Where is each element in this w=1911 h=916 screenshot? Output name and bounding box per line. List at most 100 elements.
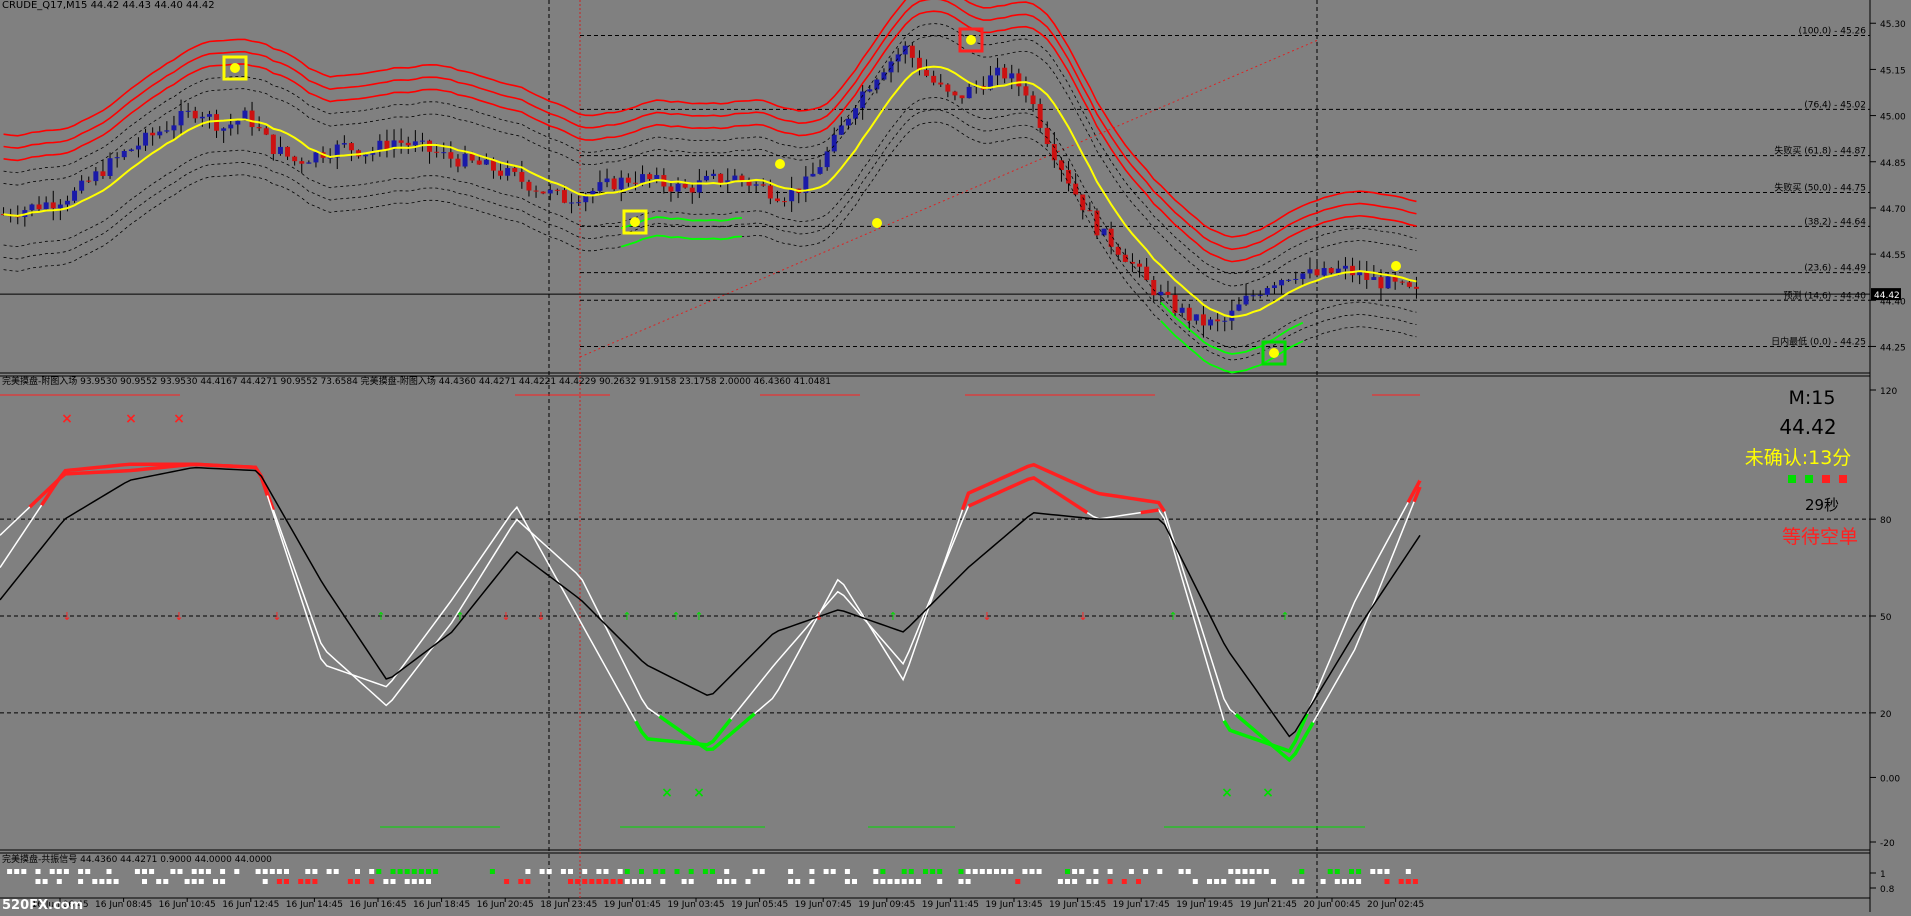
candle-body <box>405 142 411 146</box>
sig-square-top <box>255 869 261 874</box>
sig-square-bottom <box>639 879 644 884</box>
sig-square-top <box>326 869 332 874</box>
candle-body <box>1016 73 1022 87</box>
sig-square-top <box>7 869 13 874</box>
candle-body <box>1293 278 1299 280</box>
candle-body <box>931 75 937 83</box>
sig-square-top <box>1001 869 1007 874</box>
sig-square-top <box>710 869 715 874</box>
seconds-label: 29秒 <box>1805 496 1839 514</box>
sig-square-top <box>220 869 226 874</box>
candle-body <box>57 204 63 209</box>
sig-square-bottom <box>355 879 360 884</box>
candle-body <box>171 125 177 131</box>
candle-body <box>597 182 603 191</box>
sig-square-top <box>1356 869 1362 874</box>
sig-square-top <box>1036 869 1042 874</box>
sig-square-bottom <box>284 879 289 884</box>
sig-square-bottom <box>1341 879 1347 884</box>
sig-square-bottom <box>1334 879 1340 884</box>
candle-body <box>711 173 717 176</box>
osc-down-arrow: ↓ <box>62 610 71 623</box>
fib-level-label: (76.4) - 45.02 <box>1804 100 1866 110</box>
candle-body <box>1080 194 1086 211</box>
sig-square-bottom <box>1249 879 1255 884</box>
sig-square-bottom <box>610 879 616 884</box>
fib-level-label: 日内最低 (0.0) - 44.25 <box>1771 335 1866 347</box>
sig-square-top <box>1072 869 1078 874</box>
candle-body <box>206 114 212 117</box>
candle-body <box>270 134 276 154</box>
osc-up-arrow: ↑ <box>694 610 703 623</box>
sig-square-top <box>1249 869 1255 874</box>
candle-body <box>1144 266 1150 281</box>
osc-x-marker: × <box>61 411 73 427</box>
candle-body <box>299 161 305 164</box>
sig-square-top <box>284 869 289 874</box>
sig-square-bottom <box>1398 879 1404 884</box>
candle-body <box>583 195 589 203</box>
osc-down-arrow: ↓ <box>1078 610 1087 623</box>
osc-ytick-label: 120 <box>1880 387 1897 397</box>
candle-body <box>569 202 575 204</box>
sig-square-top <box>1370 869 1376 874</box>
sig-square-bottom <box>92 879 98 884</box>
sig-square-top <box>1178 869 1184 874</box>
candle-body <box>760 184 766 186</box>
candle-body <box>1314 269 1320 276</box>
sig-square-bottom <box>1214 879 1220 884</box>
sig-square-bottom <box>681 879 687 884</box>
sig-square-top <box>85 869 91 874</box>
candle-body <box>647 174 653 180</box>
env-lower-1 <box>3 97 1417 349</box>
timeframe-label: M:15 <box>1789 387 1836 409</box>
sig-square-top <box>106 869 112 874</box>
sig-square-top <box>390 869 396 874</box>
candle-body <box>945 84 951 92</box>
sig-square-bottom <box>163 879 169 884</box>
osc-ytick-label: 0.00 <box>1880 774 1900 784</box>
sig-square-bottom <box>1086 879 1092 884</box>
candle-body <box>1073 183 1079 195</box>
sig-square-top <box>35 869 41 874</box>
sig-square-top <box>1299 869 1305 874</box>
sig-square-bottom <box>958 879 964 884</box>
sig-square-top <box>986 869 992 874</box>
candle-body <box>419 140 425 142</box>
candle-body <box>952 91 958 96</box>
candle-body <box>1193 314 1199 321</box>
candle-body <box>902 45 908 55</box>
candle-body <box>441 152 447 154</box>
candle-body <box>789 188 795 202</box>
candle-body <box>1094 210 1100 236</box>
sig-square-top <box>568 869 573 874</box>
sig-square-bottom <box>575 879 581 884</box>
candle-body <box>292 156 298 162</box>
oscillator-series-1 <box>0 463 1421 761</box>
osc-ytick-label: 80 <box>1880 516 1892 526</box>
sig-square-bottom <box>42 879 48 884</box>
sig-square-top <box>376 869 382 874</box>
sig-square-top <box>724 869 730 874</box>
candle-body <box>1328 268 1334 273</box>
candle-body <box>1279 280 1285 286</box>
sig-square-top <box>823 869 829 874</box>
candle-body <box>526 181 532 191</box>
sig-square-top <box>844 869 850 874</box>
sig-square-top <box>149 869 155 874</box>
fib-level-label: 失败买 (61.8) - 44.87 <box>1774 145 1866 157</box>
sig-square-bottom <box>937 879 943 884</box>
main-price-panel: (100.0) - 45.26 (76.4) - 45.02 失败买 (61.8) … <box>0 0 1870 374</box>
sig-square-bottom <box>965 879 971 884</box>
candle-body <box>434 151 440 153</box>
candle-body <box>398 140 404 143</box>
sig-square-top <box>397 869 403 874</box>
candle-body <box>611 178 617 190</box>
sig-square-top <box>305 869 311 874</box>
sig-square-top <box>1235 869 1241 874</box>
candle-body <box>43 202 49 210</box>
fib-level-label: 失败买 (50.0) - 44.75 <box>1774 182 1866 194</box>
sig-square-bottom <box>1320 879 1326 884</box>
candle-body <box>1066 169 1072 184</box>
sig-square-top <box>262 869 268 874</box>
